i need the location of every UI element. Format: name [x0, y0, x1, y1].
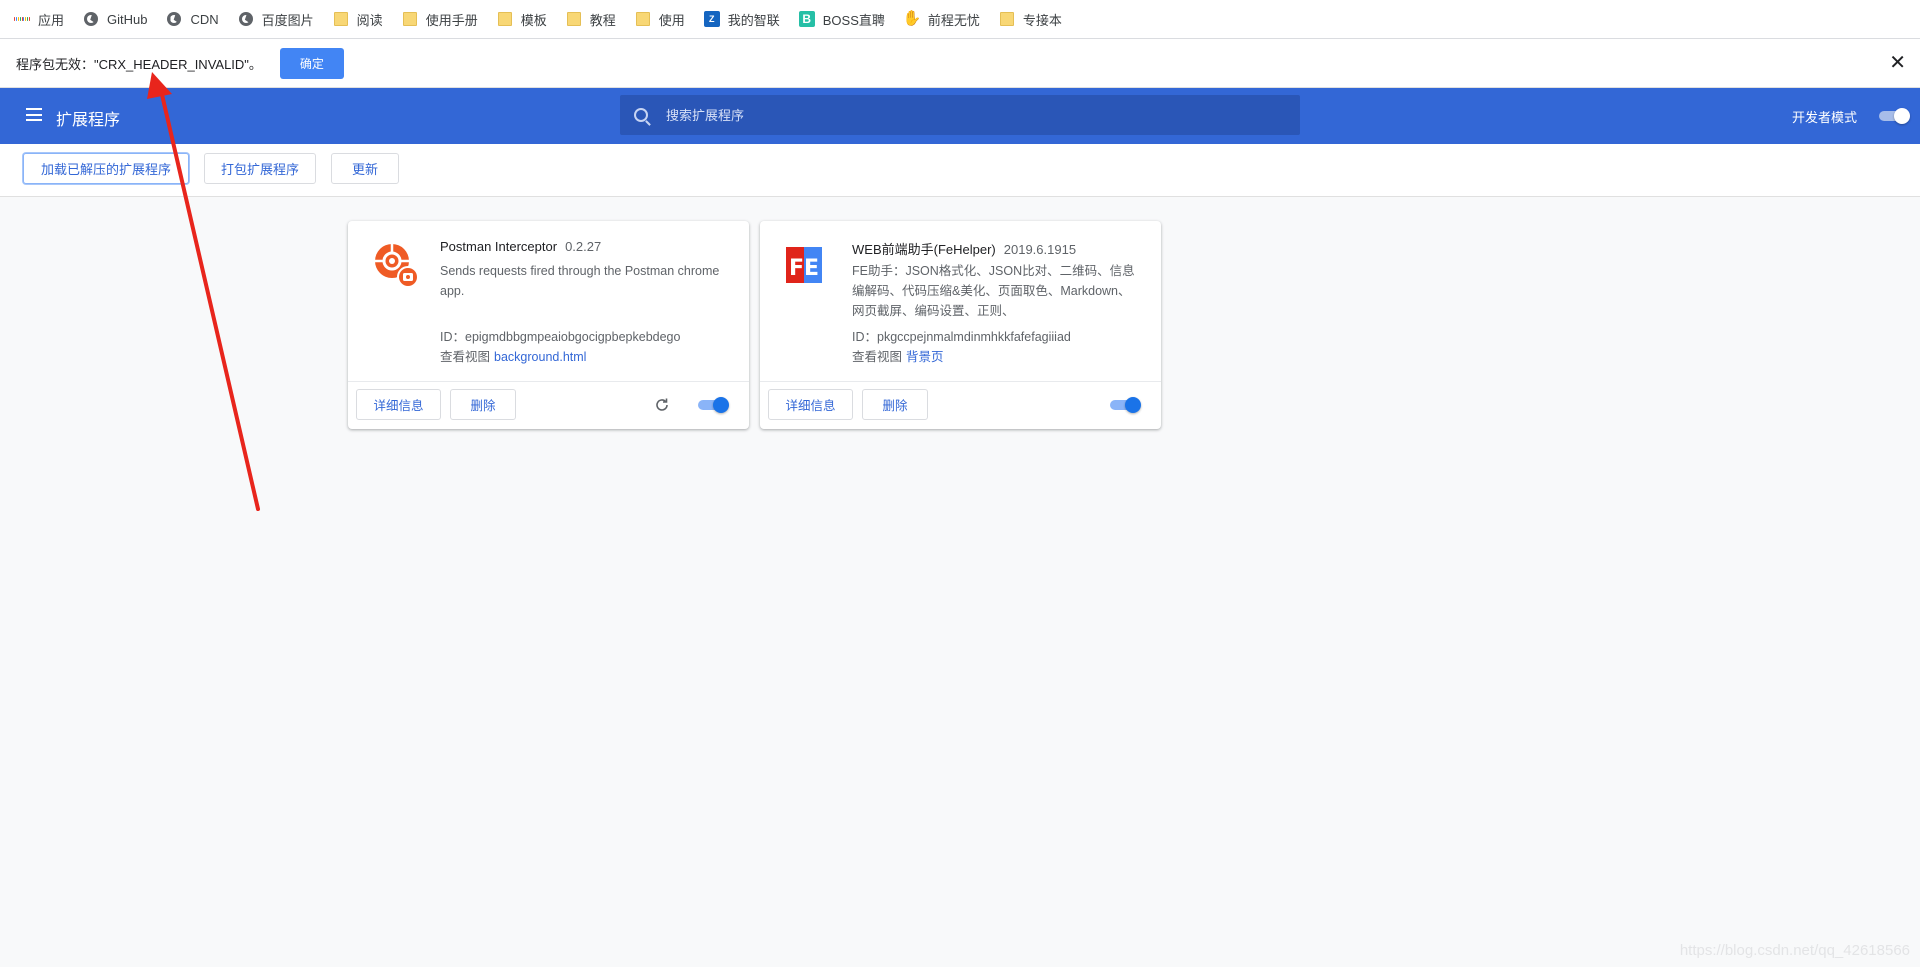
postman-logo-icon	[375, 244, 419, 288]
bookmark-label: CDN	[190, 11, 219, 27]
inspect-views-label: 查看视图	[852, 350, 903, 364]
bookmark-folder-reading[interactable]: 阅读	[333, 10, 383, 29]
remove-button[interactable]: 删除	[450, 389, 516, 420]
extension-enable-toggle[interactable]	[696, 396, 730, 414]
extension-id: ID：pkgccpejnmalmdinmhkkfafefagiiiad	[852, 330, 1071, 344]
inspect-views: 查看视图 背景页	[852, 346, 944, 365]
search-input[interactable]	[666, 107, 1226, 123]
error-ok-button[interactable]: 确定	[279, 47, 344, 79]
bookmark-apps[interactable]: 应用	[14, 10, 64, 29]
pack-extension-button[interactable]: 打包扩展程序	[204, 153, 316, 184]
bookmark-label: GitHub	[107, 11, 148, 27]
search-box[interactable]	[620, 95, 1300, 135]
close-icon[interactable]: ✕	[1889, 51, 1906, 75]
bookmark-folder-use[interactable]: 使用	[635, 10, 685, 29]
bookmarks-bar: 应用 GitHub CDN 百度图片 阅读 使用手册 模板 教程 使用 Z 我的…	[0, 0, 1920, 39]
extension-id: ID：epigmdbbgmpeaiobgocigpbepkebdego	[440, 330, 681, 344]
svg-text:FE: FE	[789, 256, 819, 281]
toggle-knob	[713, 397, 729, 413]
details-button[interactable]: 详细信息	[768, 389, 853, 420]
background-page-link[interactable]: 背景页	[906, 350, 944, 364]
search-icon	[634, 108, 648, 122]
toggle-knob	[1125, 397, 1141, 413]
zhilian-icon: Z	[703, 11, 720, 27]
watermark-text: https://blog.csdn.net/qq_42618566	[1679, 942, 1910, 959]
extension-card-postman: Postman Interceptor 0.2.27 Sends requests…	[348, 221, 749, 429]
bookmark-label: 应用	[38, 12, 65, 28]
hand-icon: ✋	[902, 10, 922, 27]
folder-icon	[999, 11, 1015, 27]
bookmark-folder-manual[interactable]: 使用手册	[402, 10, 478, 29]
globe-icon	[238, 11, 254, 27]
folder-icon	[497, 11, 513, 27]
extension-description: FE助手：JSON格式化、JSON比对、二维码、信息编解码、代码压缩&美化、页面…	[852, 264, 1135, 318]
load-unpacked-button[interactable]: 加载已解压的扩展程序	[23, 153, 189, 184]
extension-description: Sends requests fired through the Postman…	[440, 264, 720, 298]
bookmark-label: BOSS直聘	[822, 12, 885, 28]
globe-icon	[83, 11, 99, 27]
bookmark-label: 使用手册	[425, 12, 478, 28]
extension-name-text: Postman Interceptor	[440, 239, 558, 254]
menu-icon[interactable]	[26, 108, 42, 121]
remove-button[interactable]: 删除	[862, 389, 928, 420]
folder-icon	[635, 11, 651, 27]
bookmark-51job[interactable]: ✋ 前程无忧	[902, 10, 980, 29]
update-button[interactable]: 更新	[331, 153, 399, 184]
bookmark-folder-templates[interactable]: 模板	[497, 10, 547, 29]
extensions-header: 扩展程序 开发者模式	[0, 88, 1920, 144]
bookmark-boss[interactable]: B BOSS直聘	[798, 10, 885, 29]
card-divider	[348, 381, 749, 382]
extension-name-text: WEB前端助手(FeHelper)	[852, 242, 996, 257]
page-title: 扩展程序	[56, 112, 121, 129]
details-button[interactable]: 详细信息	[356, 389, 441, 420]
extension-enable-toggle[interactable]	[1108, 396, 1142, 414]
card-divider	[760, 381, 1161, 382]
toggle-knob	[1894, 108, 1910, 124]
error-bar: 程序包无效："CRX_HEADER_INVALID"。 确定 ✕	[0, 39, 1920, 88]
bookmark-folder-tutorials[interactable]: 教程	[566, 10, 616, 29]
bookmark-label: 专接本	[1022, 12, 1062, 28]
extension-name: WEB前端助手(FeHelper) 2019.6.1915	[852, 239, 1076, 258]
bookmark-label: 阅读	[356, 12, 383, 28]
bookmark-cdn[interactable]: CDN	[166, 11, 219, 27]
bookmark-label: 使用	[658, 12, 685, 28]
reload-icon[interactable]	[654, 397, 670, 413]
extension-card-fehelper: FE WEB前端助手(FeHelper) 2019.6.1915 FE助手：JSO…	[760, 221, 1161, 429]
extension-version: 2019.6.1915	[1003, 242, 1077, 257]
inspect-views: 查看视图 background.html	[440, 346, 586, 365]
inspect-views-label: 查看视图	[440, 350, 491, 364]
extension-name: Postman Interceptor 0.2.27	[440, 239, 601, 254]
bookmark-label: 我的智联	[727, 12, 780, 28]
bookmark-github[interactable]: GitHub	[83, 11, 147, 27]
dev-toolbar: 加载已解压的扩展程序 打包扩展程序 更新	[0, 144, 1920, 197]
boss-icon: B	[798, 11, 815, 27]
bookmark-label: 模板	[520, 12, 547, 28]
bookmark-label: 百度图片	[261, 12, 314, 28]
bookmark-label: 前程无忧	[927, 12, 980, 28]
background-page-link[interactable]: background.html	[494, 350, 586, 364]
extension-version: 0.2.27	[565, 239, 602, 254]
bookmark-baidu-images[interactable]: 百度图片	[238, 10, 314, 29]
apps-icon	[14, 11, 31, 27]
folder-icon	[333, 11, 349, 27]
dev-mode-toggle[interactable]	[1877, 108, 1911, 124]
fehelper-logo-icon: FE	[786, 247, 822, 283]
folder-icon	[566, 11, 582, 27]
folder-icon	[402, 11, 418, 27]
dev-mode-label: 开发者模式	[1792, 110, 1858, 125]
bookmark-label: 教程	[589, 12, 616, 28]
bookmark-zhilian[interactable]: Z 我的智联	[703, 10, 780, 29]
error-message: 程序包无效："CRX_HEADER_INVALID"。	[16, 56, 262, 72]
globe-icon	[166, 11, 182, 27]
bookmark-folder-zhuanjieben[interactable]: 专接本	[999, 10, 1062, 29]
